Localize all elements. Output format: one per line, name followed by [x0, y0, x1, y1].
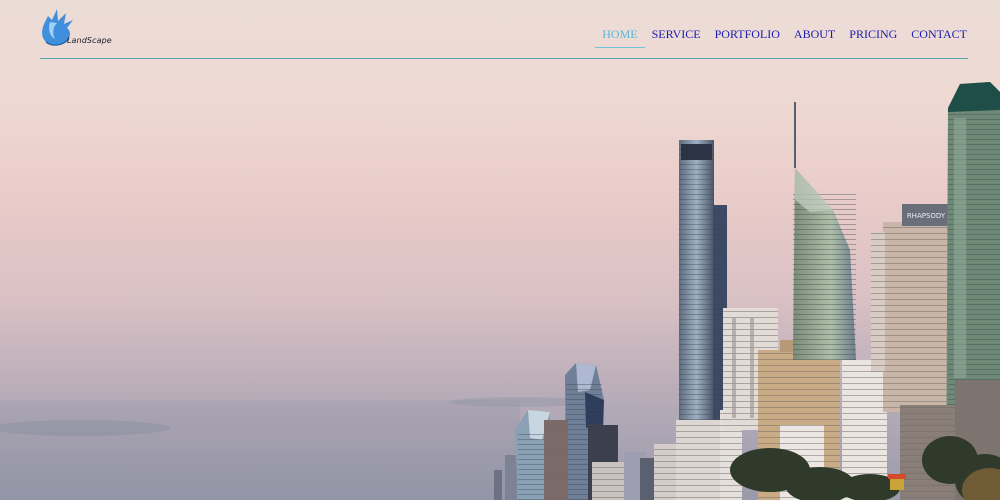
- nav-contact[interactable]: CONTACT: [904, 26, 974, 48]
- site-header: LandScape HOME SERVICE PORTFOLIO ABOUT P…: [40, 0, 968, 59]
- nav-about[interactable]: ABOUT: [787, 26, 842, 48]
- nav-service[interactable]: SERVICE: [645, 26, 708, 48]
- rhapsody-sign: RHAPSODY: [907, 212, 946, 220]
- hero-background: RHAPSODY: [0, 0, 1000, 500]
- nav-portfolio[interactable]: PORTFOLIO: [708, 26, 787, 48]
- main-nav: HOME SERVICE PORTFOLIO ABOUT PRICING CON…: [595, 26, 974, 48]
- nav-home[interactable]: HOME: [595, 26, 645, 48]
- city-skyline-image: RHAPSODY: [0, 82, 1000, 500]
- nav-pricing[interactable]: PRICING: [842, 26, 904, 48]
- brand-name: LandScape: [67, 36, 112, 45]
- brand-logo[interactable]: LandScape: [40, 8, 112, 50]
